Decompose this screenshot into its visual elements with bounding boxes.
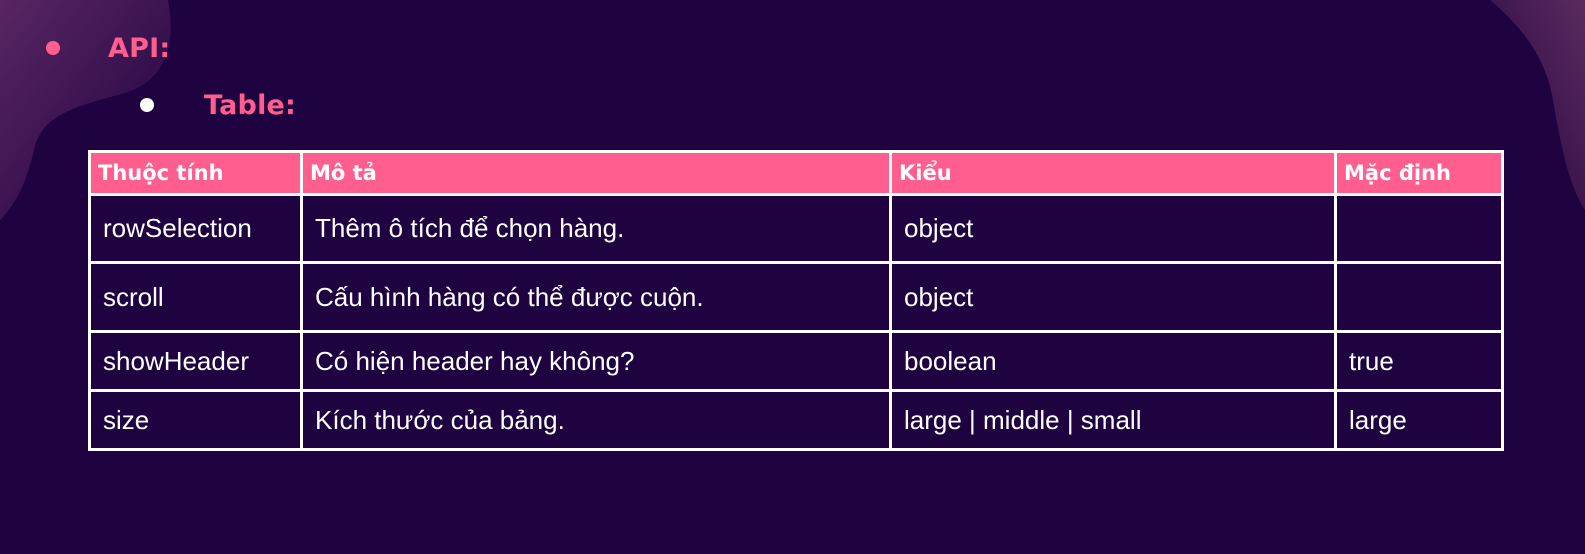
bullet-dot-icon xyxy=(46,41,60,55)
cell-property: showHeader xyxy=(88,330,303,392)
column-header-property: Thuộc tính xyxy=(88,150,303,196)
cell-type: object xyxy=(889,261,1337,333)
table-row: scroll Cấu hình hàng có thể được cuộn. o… xyxy=(88,261,1504,333)
cell-description: Kích thước của bảng. xyxy=(300,389,892,451)
cell-description: Có hiện header hay không? xyxy=(300,330,892,392)
table-row: rowSelection Thêm ô tích để chọn hàng. o… xyxy=(88,193,1504,264)
cell-type: boolean xyxy=(889,330,1337,392)
api-properties-table: Thuộc tính Mô tả Kiểu Mặc định rowSelect… xyxy=(88,150,1504,451)
cell-property: rowSelection xyxy=(88,193,303,264)
table-heading: Table: xyxy=(204,89,297,121)
cell-type: large | middle | small xyxy=(889,389,1337,451)
cell-default xyxy=(1334,261,1504,333)
bullet-dot-icon xyxy=(140,98,154,112)
bullet-api: API: xyxy=(46,30,170,66)
cell-property: scroll xyxy=(88,261,303,333)
bullet-table: Table: xyxy=(140,87,296,123)
table-header-row: Thuộc tính Mô tả Kiểu Mặc định xyxy=(88,150,1504,196)
column-header-default: Mặc định xyxy=(1334,150,1504,196)
cell-property: size xyxy=(88,389,303,451)
column-header-type: Kiểu xyxy=(889,150,1337,196)
column-header-description: Mô tả xyxy=(300,150,892,196)
cell-description: Thêm ô tích để chọn hàng. xyxy=(300,193,892,264)
table-row: size Kích thước của bảng. large | middle… xyxy=(88,389,1504,451)
cell-default xyxy=(1334,193,1504,264)
cell-default: true xyxy=(1334,330,1504,392)
table-row: showHeader Có hiện header hay không? boo… xyxy=(88,330,1504,392)
cell-type: object xyxy=(889,193,1337,264)
api-heading: API: xyxy=(108,32,171,64)
cell-default: large xyxy=(1334,389,1504,451)
decor-blob-right xyxy=(1490,0,1585,210)
cell-description: Cấu hình hàng có thể được cuộn. xyxy=(300,261,892,333)
